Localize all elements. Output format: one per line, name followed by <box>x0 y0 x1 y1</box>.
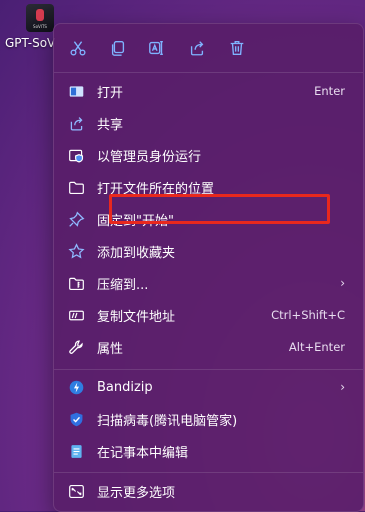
menu-item-show-more-options[interactable]: 显示更多选项 <box>60 476 357 506</box>
menu-separator <box>54 369 363 370</box>
menu-item-compress-to[interactable]: 压缩到... › <box>60 268 357 298</box>
menu-item-label: 显示更多选项 <box>97 485 176 501</box>
menu-item-label: 添加到收藏夹 <box>97 245 176 261</box>
menu-item-label: 打开 <box>97 85 124 101</box>
wrench-icon <box>67 338 85 356</box>
menu-item-label: 以管理员身份运行 <box>97 149 202 165</box>
share-icon <box>67 114 85 132</box>
annotation-highlight-box <box>109 194 330 224</box>
copy-path-icon <box>67 306 85 324</box>
menu-item-share[interactable]: 共享 <box>60 108 357 138</box>
menu-separator <box>54 472 363 473</box>
pin-icon <box>67 210 85 228</box>
menu-item-label: 压缩到... <box>97 277 149 293</box>
chevron-right-icon: › <box>340 276 345 290</box>
share-icon[interactable] <box>183 34 211 62</box>
menu-item-scan-virus[interactable]: 扫描病毒(腾讯电脑管家) <box>60 404 357 434</box>
menu-item-edit-in-notepad[interactable]: 在记事本中编辑 <box>60 436 357 466</box>
menu-item-label: Bandizip <box>97 379 153 395</box>
admin-shield-icon <box>67 146 85 164</box>
star-icon <box>67 242 85 260</box>
more-options-icon <box>67 482 85 500</box>
copy-icon[interactable] <box>104 34 132 62</box>
app-window-icon <box>67 82 85 100</box>
folder-icon <box>67 178 85 196</box>
chevron-right-icon: › <box>340 380 345 394</box>
desktop-icon-label[interactable]: GPT-SoV <box>5 36 55 50</box>
rename-icon[interactable] <box>143 34 171 62</box>
zip-folder-icon <box>67 274 85 292</box>
menu-item-label: 扫描病毒(腾讯电脑管家) <box>97 413 238 429</box>
tencent-shield-icon <box>67 410 85 428</box>
menu-item-shortcut: Enter <box>314 84 345 98</box>
context-menu: 打开 Enter 共享 以管理员身份运行 打开文件所在的位置 固定到"开始" 添… <box>53 23 364 512</box>
app-shortcut-icon[interactable]: SoVITS <box>26 4 54 32</box>
menu-item-shortcut: Ctrl+Shift+C <box>271 308 345 322</box>
app-icon-tiny-text: SoVITS <box>33 24 47 29</box>
menu-item-run-as-admin[interactable]: 以管理员身份运行 <box>60 140 357 170</box>
menu-item-label: 属性 <box>97 341 124 357</box>
menu-item-shortcut: Alt+Enter <box>288 340 345 354</box>
cut-icon[interactable] <box>64 34 92 62</box>
bandizip-icon <box>67 378 85 396</box>
app-logo-mark <box>36 9 44 21</box>
menu-item-properties[interactable]: 属性 Alt+Enter <box>60 332 357 362</box>
context-menu-toolbar <box>54 34 363 62</box>
menu-item-add-to-favorites[interactable]: 添加到收藏夹 <box>60 236 357 266</box>
menu-item-open[interactable]: 打开 Enter <box>60 76 357 106</box>
menu-item-label: 在记事本中编辑 <box>97 445 189 461</box>
menu-separator <box>54 72 363 73</box>
menu-item-bandizip[interactable]: Bandizip › <box>60 372 357 402</box>
delete-icon[interactable] <box>223 34 251 62</box>
menu-item-label: 共享 <box>97 117 124 133</box>
menu-item-label: 复制文件地址 <box>97 309 176 325</box>
notepad-icon <box>67 442 85 460</box>
menu-item-copy-path[interactable]: 复制文件地址 Ctrl+Shift+C <box>60 300 357 330</box>
